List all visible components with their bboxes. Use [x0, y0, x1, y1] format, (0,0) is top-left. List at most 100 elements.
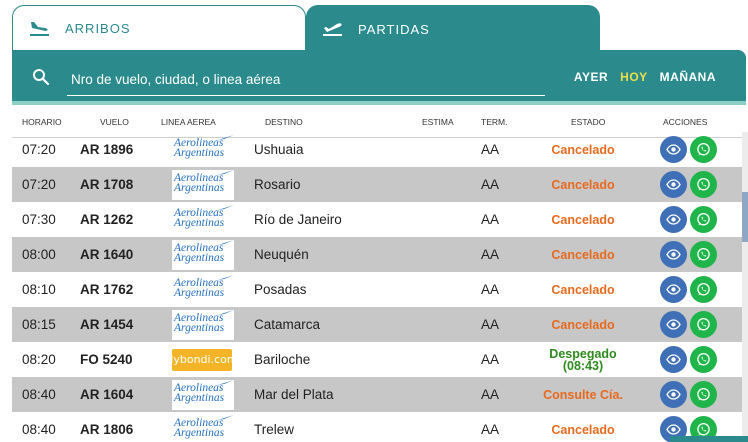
table-row[interactable]: 08:15 AR 1454 Aerolineas Argentinas Catamarc… — [12, 307, 742, 342]
view-flight-button[interactable] — [660, 346, 687, 373]
eye-icon — [666, 319, 681, 330]
airline-cell: Aerolineas Argentinas — [172, 132, 234, 167]
share-whatsapp-button[interactable] — [690, 276, 717, 303]
airline-cell: Aerolineas Argentinas — [172, 202, 234, 237]
scrollbar-track[interactable] — [742, 132, 748, 442]
airline-cell: Aerolineas Argentinas — [172, 237, 234, 272]
bottom-decoration — [670, 436, 748, 442]
column-header-airline: LINEA AEREA — [161, 117, 216, 127]
flight-number: AR 1896 — [80, 142, 134, 157]
view-flight-button[interactable] — [660, 276, 687, 303]
airline-logo-text: flybondi.com — [166, 353, 238, 366]
view-flight-button[interactable] — [660, 241, 687, 268]
table-row[interactable]: 08:40 AR 1604 Aerolineas Argentinas Mar del … — [12, 377, 742, 412]
flight-time: 08:40 — [22, 387, 56, 402]
view-flight-button[interactable] — [660, 381, 687, 408]
flight-terminal: AA — [481, 317, 500, 332]
flight-terminal: AA — [481, 352, 500, 367]
table-row[interactable]: 08:20 FO 5240 flybondi.com Bariloche AA Despe… — [12, 342, 742, 377]
share-whatsapp-button[interactable] — [690, 346, 717, 373]
column-header-terminal: TERM. — [481, 117, 508, 127]
table-row[interactable]: 08:10 AR 1762 Aerolineas Argentinas Posadas A… — [12, 272, 742, 307]
flight-terminal: AA — [481, 247, 500, 262]
view-flight-button[interactable] — [660, 171, 687, 198]
airline-logo-aerolineas: Aerolineas Argentinas — [172, 274, 234, 305]
airline-logo-aerolineas: Aerolineas Argentinas — [172, 239, 234, 270]
flight-destination: Bariloche — [254, 352, 311, 367]
table-row[interactable]: 08:40 AR 1806 Aerolineas Argentinas Trelew AA… — [12, 412, 742, 442]
day-tomorrow-link[interactable]: MAÑANA — [660, 70, 716, 84]
airline-cell: flybondi.com — [166, 342, 238, 377]
flight-destination: Rosario — [254, 177, 301, 192]
flight-number: AR 1454 — [80, 317, 134, 332]
share-whatsapp-button[interactable] — [690, 311, 717, 338]
eye-icon — [666, 249, 681, 260]
whatsapp-icon — [696, 212, 711, 227]
row-actions — [660, 377, 717, 412]
table-row[interactable]: 07:20 AR 1708 Aerolineas Argentinas Rosario A… — [12, 167, 742, 202]
flight-number: AR 1640 — [80, 247, 134, 262]
whatsapp-icon — [696, 352, 711, 367]
row-actions — [660, 272, 717, 307]
day-yesterday-link[interactable]: AYER — [574, 70, 608, 84]
airline-logo-aerolineas: Aerolineas Argentinas — [172, 204, 234, 235]
airline-cell: Aerolineas Argentinas — [172, 412, 234, 442]
eye-icon — [666, 354, 681, 365]
tab-departures[interactable]: PARTIDAS — [306, 5, 600, 53]
airline-logo-text: Argentinas — [174, 321, 225, 334]
table-row[interactable]: 07:30 AR 1262 Aerolineas Argentinas Río de J… — [12, 202, 742, 237]
tab-arrivals[interactable]: ARRIBOS — [12, 5, 306, 51]
flight-time: 08:40 — [22, 422, 56, 437]
airline-logo-text: Argentinas — [174, 391, 225, 404]
view-flight-button[interactable] — [660, 206, 687, 233]
flight-status: Cancelado — [551, 317, 615, 332]
row-actions — [660, 202, 717, 237]
flight-number: FO 5240 — [80, 352, 133, 367]
airline-logo-aerolineas: Aerolineas Argentinas — [172, 169, 234, 200]
view-flight-button[interactable] — [660, 136, 687, 163]
airline-logo-text: Argentinas — [174, 286, 225, 299]
day-today-link[interactable]: HOY — [620, 70, 648, 84]
flights-table-body: 07:20 AR 1896 Aerolineas Argentinas Ushuaia A… — [12, 132, 742, 442]
airline-logo-text: Argentinas — [174, 251, 225, 264]
share-whatsapp-button[interactable] — [690, 381, 717, 408]
share-whatsapp-button[interactable] — [690, 206, 717, 233]
airline-logo-text: Argentinas — [174, 146, 225, 159]
flight-terminal: AA — [481, 282, 500, 297]
airline-cell: Aerolineas Argentinas — [172, 167, 234, 202]
airline-cell: Aerolineas Argentinas — [172, 272, 234, 307]
tab-arrivals-label: ARRIBOS — [65, 21, 131, 36]
flight-status: Consulte Cía. — [543, 387, 623, 402]
airline-logo-aerolineas: Aerolineas Argentinas — [172, 309, 234, 340]
view-flight-button[interactable] — [660, 311, 687, 338]
flight-time: 07:30 — [22, 212, 56, 227]
share-whatsapp-button[interactable] — [690, 241, 717, 268]
scrollbar-thumb[interactable] — [742, 192, 748, 242]
tab-departures-label: PARTIDAS — [358, 21, 430, 37]
search-icon — [32, 68, 50, 86]
whatsapp-icon — [696, 142, 711, 157]
share-whatsapp-button[interactable] — [690, 171, 717, 198]
column-header-time: HORARIO — [22, 117, 62, 127]
flight-destination: Ushuaia — [254, 142, 304, 157]
row-actions — [660, 132, 717, 167]
airline-cell: Aerolineas Argentinas — [172, 307, 234, 342]
plane-takeoff-icon — [322, 19, 344, 39]
table-row[interactable]: 08:00 AR 1640 Aerolineas Argentinas Neuquén A… — [12, 237, 742, 272]
airline-logo-text: Argentinas — [174, 216, 225, 229]
row-actions — [660, 342, 717, 377]
whatsapp-icon — [696, 247, 711, 262]
flight-status-label: Despegado — [549, 346, 617, 361]
whatsapp-icon — [696, 422, 711, 437]
row-actions — [660, 237, 717, 272]
table-row[interactable]: 07:20 AR 1896 Aerolineas Argentinas Ushuaia A… — [12, 132, 742, 167]
eye-icon — [666, 284, 681, 295]
search-input[interactable] — [67, 64, 545, 96]
share-whatsapp-button[interactable] — [690, 136, 717, 163]
whatsapp-icon — [696, 317, 711, 332]
flight-destination: Catamarca — [254, 317, 321, 332]
flight-destination: Trelew — [254, 422, 295, 437]
flight-terminal: AA — [481, 212, 500, 227]
column-header-flight: VUELO — [100, 117, 129, 127]
airline-logo-text: Argentinas — [174, 181, 225, 194]
